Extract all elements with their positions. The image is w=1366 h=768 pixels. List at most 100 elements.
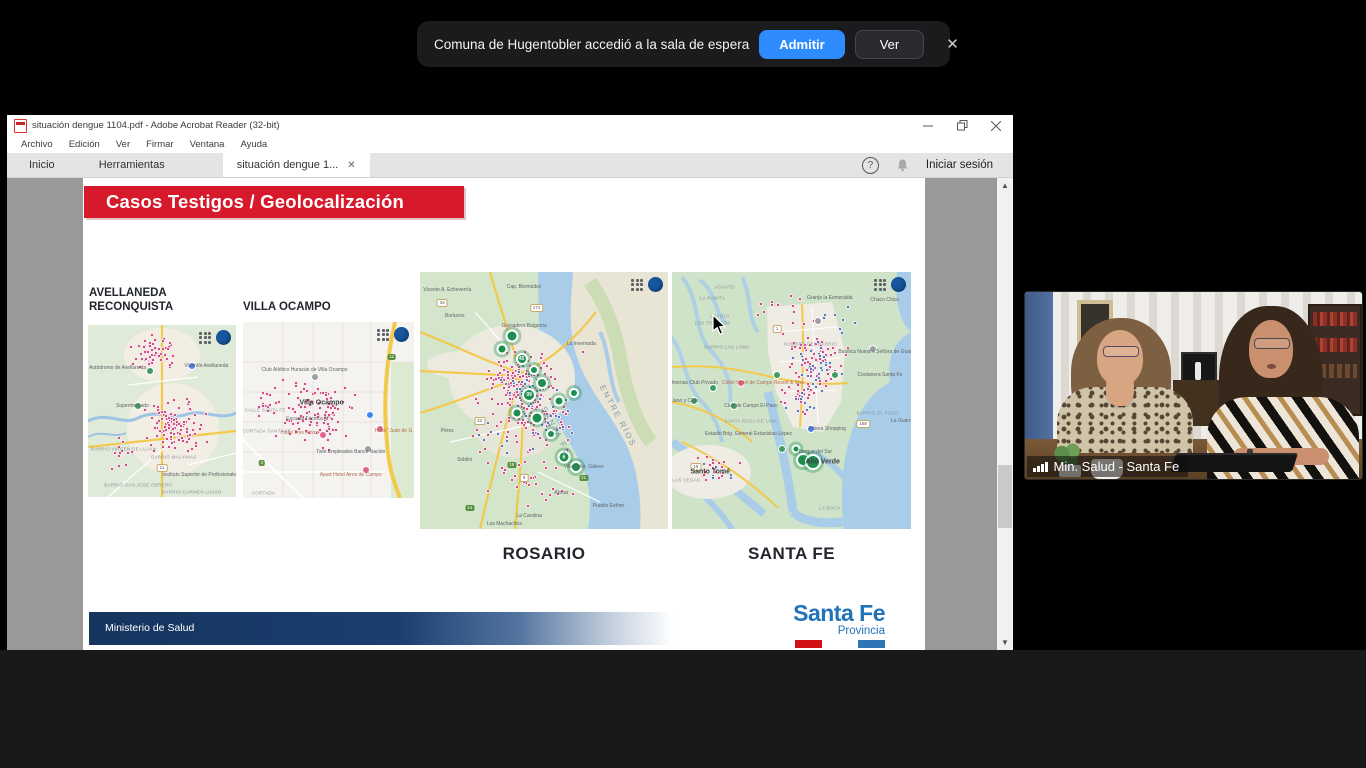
case-dot	[343, 386, 347, 390]
case-dot	[526, 504, 530, 508]
case-dot	[167, 426, 171, 430]
case-dot	[536, 432, 540, 436]
close-icon[interactable]: ✕	[940, 34, 965, 54]
tab-close-icon[interactable]: ✕	[347, 160, 355, 171]
case-dot	[529, 402, 533, 406]
menu-edicion[interactable]: Edición	[61, 139, 108, 150]
scrollbar[interactable]: ▲ ▼	[997, 178, 1013, 650]
tab-herramientas[interactable]: Herramientas	[77, 153, 187, 177]
case-dot	[296, 421, 300, 425]
case-dot	[130, 450, 134, 454]
tab-document[interactable]: situación dengue 1... ✕	[223, 153, 370, 177]
map-place-label: Pueblo Esther	[593, 503, 624, 509]
close-window-button[interactable]	[979, 115, 1013, 136]
view-button[interactable]: Ver	[855, 30, 925, 59]
map-place-label: Los Machachos	[487, 521, 522, 527]
case-dot	[487, 369, 491, 373]
case-dot	[841, 318, 845, 322]
case-dot	[496, 402, 500, 406]
scrollbar-thumb[interactable]	[998, 465, 1012, 528]
map-place-label: Chaco Chico	[870, 297, 899, 303]
title-bar: situación dengue 1104.pdf - Adobe Acroba…	[7, 115, 1013, 136]
map-marker-cluster: 99	[522, 388, 536, 402]
restore-button[interactable]	[945, 115, 979, 136]
case-dot	[714, 470, 718, 474]
map-place-label: BARRIO LAS LOMA	[704, 344, 750, 349]
case-dot	[703, 470, 707, 474]
bell-icon[interactable]	[896, 158, 909, 172]
case-dot	[497, 360, 501, 364]
case-dot	[814, 358, 818, 362]
case-dot	[173, 446, 177, 450]
case-dot	[542, 361, 546, 365]
case-dot	[831, 346, 835, 350]
map-marker-pin-blue	[188, 362, 196, 370]
scroll-down-icon[interactable]: ▼	[997, 635, 1013, 650]
case-dot	[822, 316, 826, 320]
case-dot	[511, 379, 515, 383]
case-dot	[498, 371, 502, 375]
sign-in-button[interactable]: Iniciar sesión	[926, 159, 993, 171]
case-dot	[166, 401, 170, 405]
help-icon[interactable]: ?	[862, 157, 879, 174]
case-dot	[510, 478, 514, 482]
case-dot	[826, 347, 830, 351]
participant-left	[1057, 318, 1193, 453]
map-place-label: BARRIO EL POZO	[857, 411, 899, 416]
tab-inicio[interactable]: Inicio	[7, 153, 77, 177]
case-dot	[738, 461, 742, 465]
case-dot	[566, 438, 570, 442]
case-dot	[820, 389, 824, 393]
case-dot	[505, 451, 509, 455]
case-dot	[840, 331, 844, 335]
menu-ver[interactable]: Ver	[108, 139, 138, 150]
case-dot	[540, 492, 544, 496]
map-marker-pin-pink	[362, 466, 370, 474]
case-dot	[551, 487, 555, 491]
case-dot	[542, 460, 546, 464]
menu-archivo[interactable]: Archivo	[13, 139, 61, 150]
case-dot	[499, 420, 503, 424]
case-dot	[327, 448, 331, 452]
case-dot	[117, 454, 121, 458]
map-marker-shield: 19	[690, 463, 701, 471]
scroll-up-icon[interactable]: ▲	[997, 178, 1013, 193]
case-dot	[486, 489, 490, 493]
case-dot	[143, 350, 147, 354]
map-place-label: ENTRE RÍOS	[598, 383, 638, 448]
case-dot	[566, 409, 570, 413]
case-dot	[291, 422, 295, 426]
case-dot	[798, 297, 802, 301]
case-dot	[817, 376, 821, 380]
case-dot	[844, 353, 848, 357]
case-dot	[828, 365, 832, 369]
map-marker-shield-g: 11	[387, 354, 396, 360]
case-dot	[510, 365, 514, 369]
minimize-button[interactable]	[911, 115, 945, 136]
case-dot	[759, 302, 763, 306]
menu-ayuda[interactable]: Ayuda	[232, 139, 275, 150]
case-dot	[318, 406, 322, 410]
case-dot	[274, 434, 278, 438]
case-dot	[129, 345, 133, 349]
case-dot	[117, 464, 121, 468]
case-dot	[812, 391, 816, 395]
case-dot	[506, 430, 510, 434]
case-dot	[846, 305, 850, 309]
map-rosario: 3417433921181445996Vicente A. Echeverría…	[420, 272, 668, 529]
case-dot	[150, 361, 154, 365]
slide-title-banner: Casos Testigos / Geolocalización	[84, 186, 464, 218]
case-dot	[268, 393, 272, 397]
case-dot	[158, 429, 162, 433]
menu-ventana[interactable]: Ventana	[182, 139, 233, 150]
case-dot	[514, 434, 518, 438]
case-dot	[531, 384, 535, 388]
participant-video-tile[interactable]: Min. Salud - Santa Fe	[1024, 291, 1363, 480]
glasses	[1254, 338, 1290, 349]
case-dot	[544, 466, 548, 470]
case-dot	[818, 354, 822, 358]
menu-firmar[interactable]: Firmar	[138, 139, 181, 150]
case-dot	[513, 374, 517, 378]
admit-button[interactable]: Admitir	[759, 30, 845, 59]
case-dot	[166, 347, 170, 351]
